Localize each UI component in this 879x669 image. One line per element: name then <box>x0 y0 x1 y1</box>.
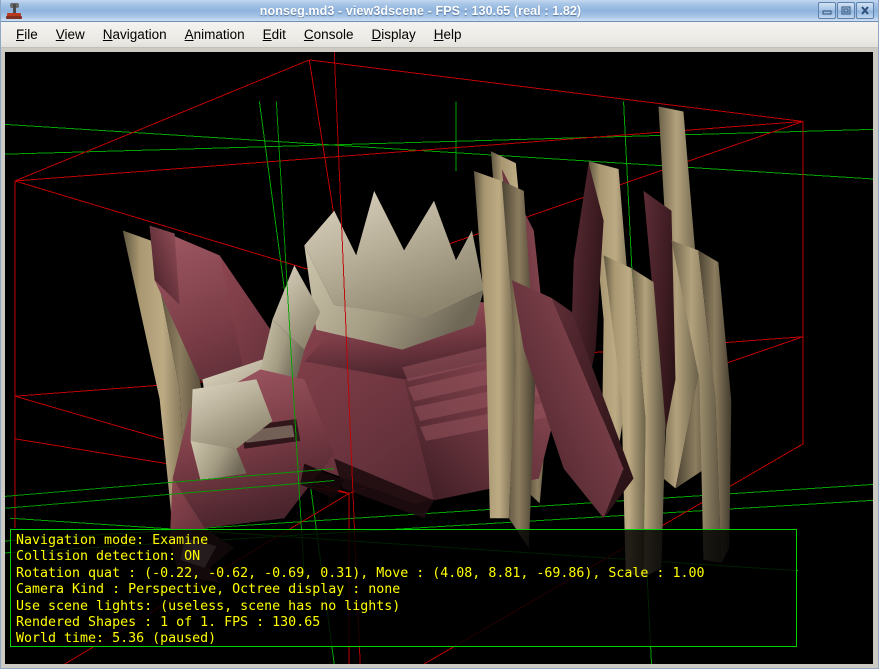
menu-console-accel: C <box>303 27 314 42</box>
menu-help[interactable]: Help <box>425 25 471 44</box>
menu-file-accel: F <box>16 27 25 42</box>
minimize-icon <box>822 10 832 15</box>
menu-file-label: ile <box>24 27 38 42</box>
menu-edit-accel: E <box>262 27 272 42</box>
window-title: nonseg.md3 - view3dscene - FPS : 130.65 … <box>259 3 582 18</box>
scene-viewport[interactable]: Navigation mode: Examine Collision detec… <box>5 52 873 664</box>
menu-help-label: elp <box>443 27 462 42</box>
menu-console-label: onsole <box>313 27 354 42</box>
menu-edit-label: dit <box>271 27 286 42</box>
menu-bar: File View Navigation Animation Edit Cons… <box>1 22 878 48</box>
title-bar[interactable]: nonseg.md3 - view3dscene - FPS : 130.65 … <box>1 0 878 22</box>
close-icon <box>861 6 869 15</box>
menu-edit[interactable]: Edit <box>254 25 295 44</box>
application-window: nonseg.md3 - view3dscene - FPS : 130.65 … <box>0 0 879 669</box>
menu-navigation-label: avigation <box>112 27 167 42</box>
maximize-button[interactable] <box>837 2 855 19</box>
menu-navigation[interactable]: Navigation <box>94 25 176 44</box>
menu-display-accel: D <box>371 27 382 42</box>
window-controls <box>818 2 874 19</box>
menu-console[interactable]: Console <box>295 25 363 44</box>
menu-view[interactable]: View <box>47 25 94 44</box>
menu-display-label: isplay <box>381 27 416 42</box>
menu-file[interactable]: File <box>7 25 47 44</box>
menu-animation[interactable]: Animation <box>176 25 254 44</box>
menu-display[interactable]: Display <box>362 25 424 44</box>
3d-scene-render <box>5 52 873 664</box>
viewport-container: Navigation mode: Examine Collision detec… <box>1 48 878 668</box>
menu-animation-accel: A <box>184 27 194 42</box>
close-button[interactable] <box>856 2 874 19</box>
menu-view-label: iew <box>64 27 85 42</box>
maximize-icon <box>841 6 851 15</box>
minimize-button[interactable] <box>818 2 836 19</box>
menu-navigation-accel: N <box>102 27 113 42</box>
menu-animation-label: nimation <box>193 27 245 42</box>
menu-view-accel: V <box>55 27 65 42</box>
joystick-icon <box>5 2 23 20</box>
